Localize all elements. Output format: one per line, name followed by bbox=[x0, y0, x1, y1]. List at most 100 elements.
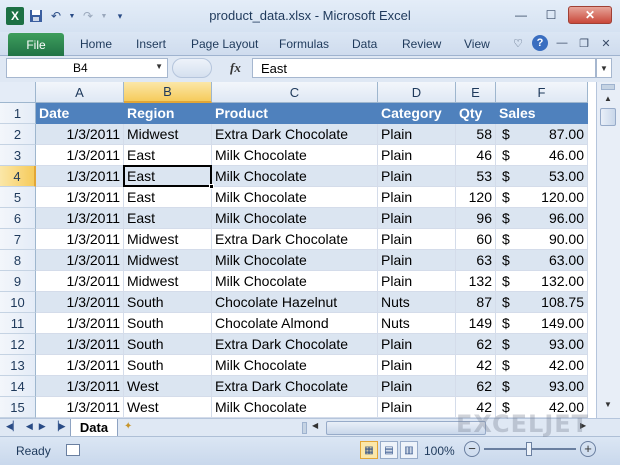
cell-b15[interactable]: West bbox=[124, 397, 212, 418]
cell-d6[interactable]: Plain bbox=[378, 208, 456, 229]
column-header-d[interactable]: D bbox=[378, 82, 456, 103]
cell-b10[interactable]: South bbox=[124, 292, 212, 313]
cell-f12[interactable]: $93.00 bbox=[496, 334, 588, 355]
cell-f8[interactable]: $63.00 bbox=[496, 250, 588, 271]
cell-c11[interactable]: Chocolate Almond bbox=[212, 313, 378, 334]
cell-a1[interactable]: Date bbox=[36, 103, 124, 124]
cell-f15[interactable]: $42.00 bbox=[496, 397, 588, 418]
cell-d9[interactable]: Plain bbox=[378, 271, 456, 292]
cell-b6[interactable]: East bbox=[124, 208, 212, 229]
cell-a15[interactable]: 1/3/2011 bbox=[36, 397, 124, 418]
cell-d15[interactable]: Plain bbox=[378, 397, 456, 418]
cell-a13[interactable]: 1/3/2011 bbox=[36, 355, 124, 376]
cell-f7[interactable]: $90.00 bbox=[496, 229, 588, 250]
row-header-9[interactable]: 9 bbox=[0, 271, 36, 292]
row-header-3[interactable]: 3 bbox=[0, 145, 36, 166]
zoom-slider-knob[interactable] bbox=[526, 442, 532, 456]
minimize-ribbon-icon[interactable]: ♡ bbox=[510, 35, 526, 51]
cell-c7[interactable]: Extra Dark Chocolate bbox=[212, 229, 378, 250]
scroll-down-icon[interactable]: ▼ bbox=[600, 400, 616, 414]
cell-a2[interactable]: 1/3/2011 bbox=[36, 124, 124, 145]
cell-c15[interactable]: Milk Chocolate bbox=[212, 397, 378, 418]
cell-c3[interactable]: Milk Chocolate bbox=[212, 145, 378, 166]
page-break-view-icon[interactable]: ▥ bbox=[400, 441, 418, 459]
zoom-level[interactable]: 100% bbox=[424, 444, 455, 458]
cell-b12[interactable]: South bbox=[124, 334, 212, 355]
cell-c5[interactable]: Milk Chocolate bbox=[212, 187, 378, 208]
cell-d3[interactable]: Plain bbox=[378, 145, 456, 166]
tab-insert[interactable]: Insert bbox=[136, 37, 166, 51]
scroll-up-icon[interactable]: ▲ bbox=[600, 94, 616, 108]
tab-home[interactable]: Home bbox=[80, 37, 112, 51]
cell-f5[interactable]: $120.00 bbox=[496, 187, 588, 208]
cell-d13[interactable]: Plain bbox=[378, 355, 456, 376]
zoom-in-button[interactable]: + bbox=[580, 441, 596, 457]
tab-page-layout[interactable]: Page Layout bbox=[191, 37, 258, 51]
cell-a14[interactable]: 1/3/2011 bbox=[36, 376, 124, 397]
cell-e9[interactable]: 132 bbox=[456, 271, 496, 292]
cell-f2[interactable]: $87.00 bbox=[496, 124, 588, 145]
cell-e10[interactable]: 87 bbox=[456, 292, 496, 313]
cell-c8[interactable]: Milk Chocolate bbox=[212, 250, 378, 271]
close-button[interactable]: ✕ bbox=[568, 6, 612, 24]
row-header-13[interactable]: 13 bbox=[0, 355, 36, 376]
cell-c6[interactable]: Milk Chocolate bbox=[212, 208, 378, 229]
cell-f14[interactable]: $93.00 bbox=[496, 376, 588, 397]
help-icon[interactable]: ? bbox=[532, 35, 548, 51]
cell-b2[interactable]: Midwest bbox=[124, 124, 212, 145]
cell-f3[interactable]: $46.00 bbox=[496, 145, 588, 166]
row-header-7[interactable]: 7 bbox=[0, 229, 36, 250]
row-header-15[interactable]: 15 bbox=[0, 397, 36, 418]
cell-b5[interactable]: East bbox=[124, 187, 212, 208]
workbook-close-icon[interactable]: ✕ bbox=[598, 35, 614, 51]
cell-c2[interactable]: Extra Dark Chocolate bbox=[212, 124, 378, 145]
cell-a4[interactable]: 1/3/2011 bbox=[36, 166, 124, 187]
cell-c1[interactable]: Product bbox=[212, 103, 378, 124]
workbook-minimize-icon[interactable]: — bbox=[554, 35, 570, 51]
row-header-1[interactable]: 1 bbox=[0, 103, 36, 124]
horizontal-split-box[interactable] bbox=[302, 422, 307, 434]
cell-e13[interactable]: 42 bbox=[456, 355, 496, 376]
cell-a3[interactable]: 1/3/2011 bbox=[36, 145, 124, 166]
cell-b13[interactable]: South bbox=[124, 355, 212, 376]
cell-b4[interactable]: East bbox=[124, 166, 212, 187]
column-header-c[interactable]: C bbox=[212, 82, 378, 103]
zoom-out-button[interactable]: − bbox=[464, 441, 480, 457]
cell-e12[interactable]: 62 bbox=[456, 334, 496, 355]
cell-f11[interactable]: $149.00 bbox=[496, 313, 588, 334]
cell-a10[interactable]: 1/3/2011 bbox=[36, 292, 124, 313]
formula-bar-grip[interactable] bbox=[172, 58, 212, 78]
vertical-scroll-thumb[interactable] bbox=[600, 108, 616, 126]
cell-f1[interactable]: Sales bbox=[496, 103, 588, 124]
cell-b11[interactable]: South bbox=[124, 313, 212, 334]
split-box[interactable] bbox=[601, 84, 615, 90]
cell-a9[interactable]: 1/3/2011 bbox=[36, 271, 124, 292]
cell-a12[interactable]: 1/3/2011 bbox=[36, 334, 124, 355]
cell-c10[interactable]: Chocolate Hazelnut bbox=[212, 292, 378, 313]
cell-f4[interactable]: $53.00 bbox=[496, 166, 588, 187]
select-all-corner[interactable] bbox=[0, 82, 36, 103]
workbook-restore-icon[interactable]: ❐ bbox=[576, 35, 592, 51]
cell-f13[interactable]: $42.00 bbox=[496, 355, 588, 376]
row-header-12[interactable]: 12 bbox=[0, 334, 36, 355]
formula-input[interactable]: East bbox=[252, 58, 596, 78]
cell-e6[interactable]: 96 bbox=[456, 208, 496, 229]
insert-sheet-icon[interactable]: ✦ bbox=[124, 421, 142, 435]
normal-view-icon[interactable]: ▦ bbox=[360, 441, 378, 459]
page-layout-view-icon[interactable]: ▤ bbox=[380, 441, 398, 459]
cell-f9[interactable]: $132.00 bbox=[496, 271, 588, 292]
column-header-f[interactable]: F bbox=[496, 82, 588, 103]
cell-a5[interactable]: 1/3/2011 bbox=[36, 187, 124, 208]
row-header-8[interactable]: 8 bbox=[0, 250, 36, 271]
horizontal-scroll-thumb[interactable] bbox=[326, 421, 486, 435]
spreadsheet-grid[interactable]: A B C D E F 1 Date Region Product Category Qty Sales… bbox=[0, 82, 596, 418]
cell-b8[interactable]: Midwest bbox=[124, 250, 212, 271]
tab-review[interactable]: Review bbox=[402, 37, 441, 51]
row-header-11[interactable]: 11 bbox=[0, 313, 36, 334]
macro-record-icon[interactable] bbox=[66, 444, 80, 456]
name-box[interactable]: B4 ▼ bbox=[6, 58, 168, 78]
cell-c12[interactable]: Extra Dark Chocolate bbox=[212, 334, 378, 355]
last-sheet-icon[interactable]: ▕▶ bbox=[52, 421, 66, 432]
cell-b14[interactable]: West bbox=[124, 376, 212, 397]
column-header-b[interactable]: B bbox=[124, 82, 212, 103]
